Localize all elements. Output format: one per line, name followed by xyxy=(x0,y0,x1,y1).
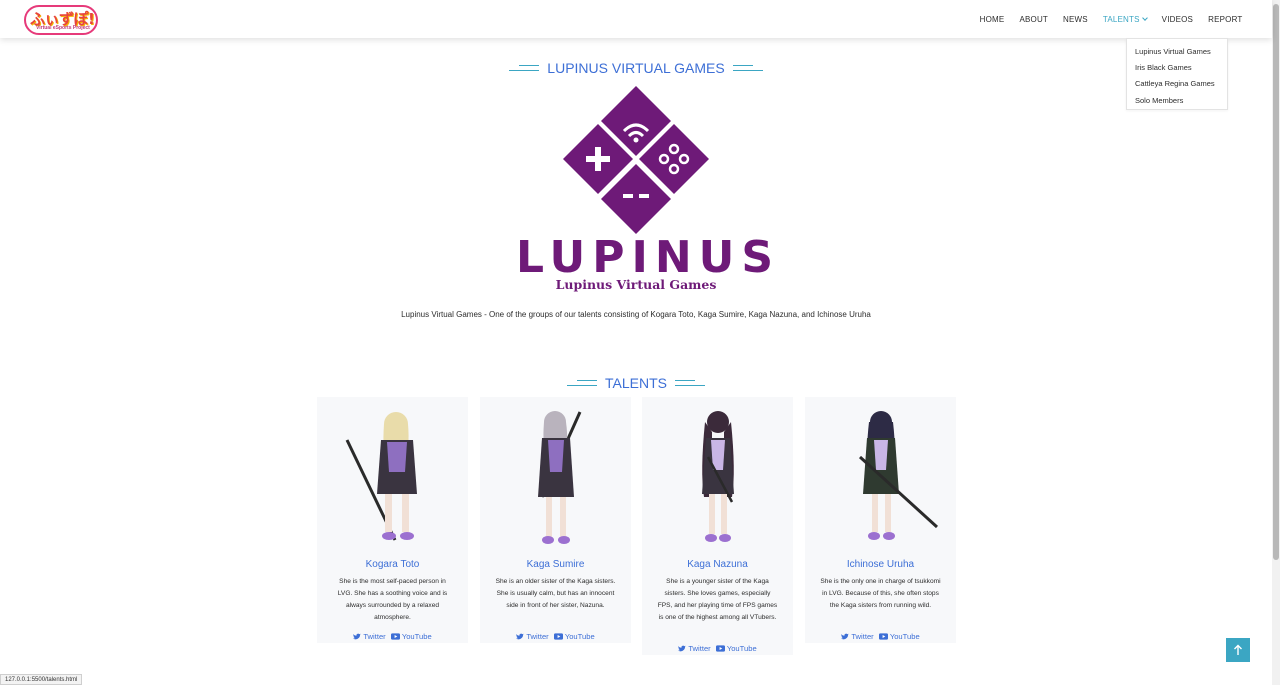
talent-name: Ichinose Uruha xyxy=(846,559,915,570)
talent-card: Kaga Sumire She is an older sister of th… xyxy=(480,397,631,643)
logo-subtext: Virtual eSports Project xyxy=(36,25,90,31)
talent-portrait xyxy=(858,411,939,540)
title-decoration-left xyxy=(509,65,540,73)
title-decoration-left xyxy=(567,380,597,388)
nav-report[interactable]: REPORT xyxy=(1201,15,1250,24)
group-title-text: LUPINUS VIRTUAL GAMES xyxy=(547,60,725,76)
twitter-icon xyxy=(678,645,687,652)
talent-description: She is a younger sister of the Kaga sist… xyxy=(657,578,778,621)
talent-portrait xyxy=(702,411,734,542)
nav-home[interactable]: HOME xyxy=(972,15,1012,24)
youtube-icon xyxy=(878,633,888,640)
twitter-icon xyxy=(841,633,850,640)
site-header: ふぃずぽ! Virtual eSports Project HOME ABOUT… xyxy=(0,0,1272,38)
talent-description: She is an older sister of the Kaga siste… xyxy=(495,578,616,609)
youtube-label: YouTube xyxy=(726,644,757,653)
twitter-link[interactable]: Twitter xyxy=(841,632,874,641)
logo-subtitle: Lupinus Virtual Games xyxy=(555,277,717,292)
talents-title-text: TALENTS xyxy=(605,375,667,391)
twitter-link[interactable]: Twitter xyxy=(516,632,549,641)
status-url: 127.0.0.1:5500/talents.html xyxy=(0,674,83,685)
talent-name: Kogara Toto xyxy=(365,559,420,570)
title-decoration-right xyxy=(732,65,763,73)
youtube-icon xyxy=(553,633,563,640)
talent-card: Kogara Toto She is the most self-paced p… xyxy=(317,397,468,643)
dropdown-item-cattleya-regina[interactable]: Cattleya Regina Games xyxy=(1127,76,1227,92)
talent-portrait xyxy=(345,412,417,541)
youtube-icon xyxy=(715,645,725,652)
dropdown-item-lupinus[interactable]: Lupinus Virtual Games xyxy=(1127,44,1227,60)
nav-videos[interactable]: VIDEOS xyxy=(1154,15,1200,24)
twitter-icon xyxy=(353,633,362,640)
site-logo[interactable]: ふぃずぽ! Virtual eSports Project xyxy=(24,5,98,35)
talent-card: Ichinose Uruha She is the only one in ch… xyxy=(805,397,956,643)
youtube-link[interactable]: YouTube xyxy=(388,632,432,641)
talents-dropdown: Lupinus Virtual Games Iris Black Games C… xyxy=(1126,38,1228,110)
logo-wordmark: LUPINUS xyxy=(516,232,781,283)
twitter-label: Twitter xyxy=(851,632,874,641)
talents-title: TALENTS xyxy=(0,375,1272,391)
talent-description: She is the only one in charge of tsukkom… xyxy=(820,578,941,609)
youtube-link[interactable]: YouTube xyxy=(551,632,595,641)
talent-links: Twitter YouTube xyxy=(642,644,793,653)
talent-name: Kaga Nazuna xyxy=(687,559,748,570)
youtube-label: YouTube xyxy=(401,632,432,641)
talent-card: Kaga Nazuna She is a younger sister of t… xyxy=(642,397,793,655)
talent-name: Kaga Sumire xyxy=(526,559,585,570)
twitter-link[interactable]: Twitter xyxy=(353,632,386,641)
talent-portrait xyxy=(538,411,582,544)
gamepad-diamond-icon xyxy=(563,86,709,234)
back-to-top-button[interactable] xyxy=(1226,638,1250,662)
talent-links: Twitter YouTube xyxy=(480,632,631,641)
youtube-link[interactable]: YouTube xyxy=(713,644,757,653)
youtube-label: YouTube xyxy=(889,632,920,641)
twitter-label: Twitter xyxy=(526,632,549,641)
dropdown-item-iris-black[interactable]: Iris Black Games xyxy=(1127,60,1227,76)
group-title: LUPINUS VIRTUAL GAMES xyxy=(0,60,1272,76)
youtube-label: YouTube xyxy=(564,632,595,641)
twitter-label: Twitter xyxy=(363,632,386,641)
talent-links: Twitter YouTube xyxy=(805,632,956,641)
dropdown-item-solo[interactable]: Solo Members xyxy=(1127,93,1227,109)
scrollbar-thumb[interactable] xyxy=(1273,4,1279,560)
twitter-icon xyxy=(516,633,525,640)
youtube-link[interactable]: YouTube xyxy=(876,632,920,641)
twitter-link[interactable]: Twitter xyxy=(678,644,711,653)
lupinus-logo: LUPINUS Lupinus Virtual Games xyxy=(516,86,781,294)
arrow-up-icon xyxy=(1234,644,1242,655)
group-description: Lupinus Virtual Games - One of the group… xyxy=(401,310,871,319)
talent-links: Twitter YouTube xyxy=(317,632,468,641)
youtube-icon xyxy=(390,633,400,640)
main-nav: HOME ABOUT NEWS TALENTS VIDEOS REPORT xyxy=(972,0,1250,38)
page-scrollbar[interactable] xyxy=(1272,0,1280,685)
nav-about[interactable]: ABOUT xyxy=(1012,15,1056,24)
chevron-down-icon xyxy=(1141,14,1148,21)
nav-talents[interactable]: TALENTS xyxy=(1095,15,1154,24)
talent-description: She is the most self-paced person in LVG… xyxy=(337,578,448,621)
nav-talents-label: TALENTS xyxy=(1102,14,1140,24)
nav-news[interactable]: NEWS xyxy=(1056,15,1096,24)
twitter-label: Twitter xyxy=(688,644,711,653)
title-decoration-right xyxy=(674,380,705,388)
